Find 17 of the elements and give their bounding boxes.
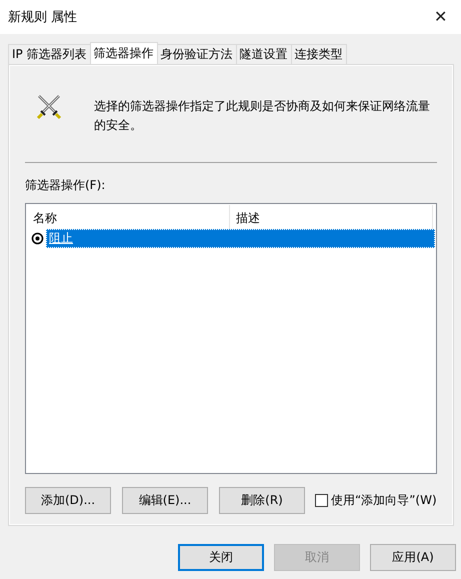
action-button[interactable]: 编辑(E)... — [122, 487, 208, 514]
action-button[interactable]: 添加(D)... — [25, 487, 111, 514]
dialog-button[interactable]: 关闭 — [178, 544, 264, 571]
wizard-checkbox[interactable]: 使用“添加向导”(W) — [315, 492, 437, 509]
dialog-button[interactable]: 应用(A) — [370, 544, 456, 571]
radio-dot-icon — [31, 232, 44, 245]
close-button[interactable]: ✕ — [430, 7, 451, 27]
crossed-swords-icon — [36, 94, 62, 120]
tab[interactable]: 连接类型 — [290, 44, 347, 64]
list-label: 筛选器操作(F): — [25, 177, 106, 194]
tab[interactable]: IP 筛选器列表 — [8, 44, 91, 64]
action-button[interactable]: 删除(R) — [219, 487, 305, 514]
window-title: 新规则 属性 — [8, 9, 78, 26]
tab[interactable]: 筛选器操作 — [90, 42, 158, 64]
description-text: 选择的筛选器操作指定了此规则是否协商及如何来保证网络流量的安全。 — [94, 98, 431, 134]
list-row[interactable]: 阻止 — [46, 229, 435, 248]
filter-action-list[interactable]: 名称 描述 阻止 — [25, 203, 437, 474]
